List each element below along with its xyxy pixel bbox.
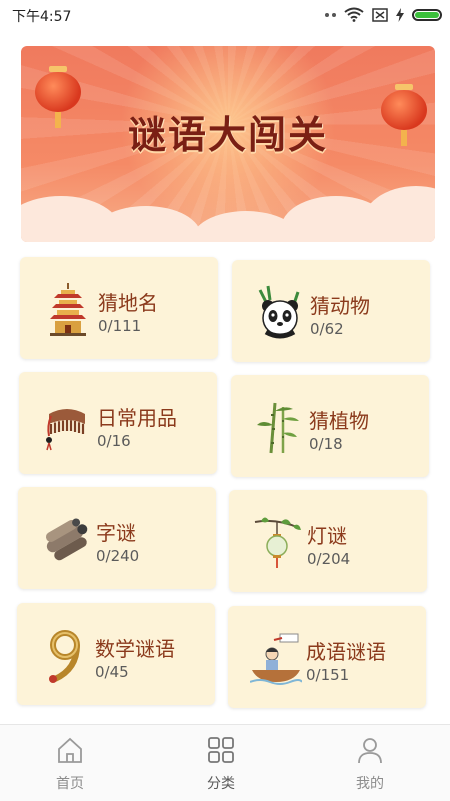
comb-icon [46, 409, 85, 451]
category-progress: 0/16 [97, 432, 131, 450]
lantern-icon [254, 517, 301, 568]
category-progress: 0/62 [310, 320, 344, 338]
banner[interactable]: 谜语大闯关 [21, 46, 435, 242]
category-title: 成语谜语 [306, 640, 386, 664]
tab-label: 我的 [356, 776, 384, 792]
category-title: 猜植物 [309, 409, 369, 433]
category-progress: 0/111 [98, 317, 142, 335]
banner-title: 谜语大闯关 [127, 113, 328, 157]
bottom-tab-bar: 首页 分类 我的 [0, 724, 450, 801]
category-card-plant[interactable]: 猜植物 0/18 [231, 375, 429, 477]
tab-home[interactable]: 首页 [0, 725, 145, 801]
tab-me[interactable]: 我的 [295, 725, 445, 801]
category-progress: 0/240 [96, 547, 140, 565]
category-title: 灯谜 [307, 524, 347, 548]
tab-label: 分类 [207, 776, 235, 792]
category-progress: 0/45 [95, 663, 129, 681]
status-bar: 下午4:57 [0, 0, 450, 30]
charging-icon [396, 7, 404, 22]
category-card-lantern[interactable]: 灯谜 0/204 [229, 490, 427, 592]
bamboo-icon [257, 402, 299, 454]
number-nine-icon [49, 630, 80, 683]
no-sim-icon [372, 7, 388, 22]
status-icons [325, 7, 442, 22]
category-title: 日常用品 [97, 406, 177, 430]
panda-icon [258, 285, 300, 339]
home-icon [58, 737, 82, 763]
user-icon [358, 738, 382, 764]
category-title: 数学谜语 [95, 637, 175, 661]
tab-label: 首页 [56, 776, 84, 792]
category-card-math[interactable]: 数学谜语 0/45 [17, 603, 215, 705]
category-card-place[interactable]: 猜地名 0/111 [20, 257, 218, 359]
category-title: 猜地名 [98, 291, 158, 315]
battery-icon [412, 8, 442, 21]
tab-category[interactable]: 分类 [146, 725, 296, 801]
scroll-icon [45, 518, 88, 561]
boat-icon [250, 633, 302, 685]
more-dots-icon [325, 12, 336, 17]
grid-icon [208, 737, 234, 763]
category-title: 字谜 [96, 521, 136, 545]
category-progress: 0/204 [307, 550, 351, 568]
pagoda-icon [50, 283, 86, 336]
category-card-characters[interactable]: 字谜 0/240 [18, 487, 216, 589]
category-card-idiom[interactable]: 成语谜语 0/151 [228, 606, 426, 708]
category-progress: 0/151 [306, 666, 350, 684]
category-progress: 0/18 [309, 435, 343, 453]
category-title: 猜动物 [310, 294, 370, 318]
wifi-icon [344, 7, 364, 22]
category-card-daily[interactable]: 日常用品 0/16 [19, 372, 217, 474]
status-time: 下午4:57 [12, 9, 72, 25]
category-card-animal[interactable]: 猜动物 0/62 [232, 260, 430, 362]
